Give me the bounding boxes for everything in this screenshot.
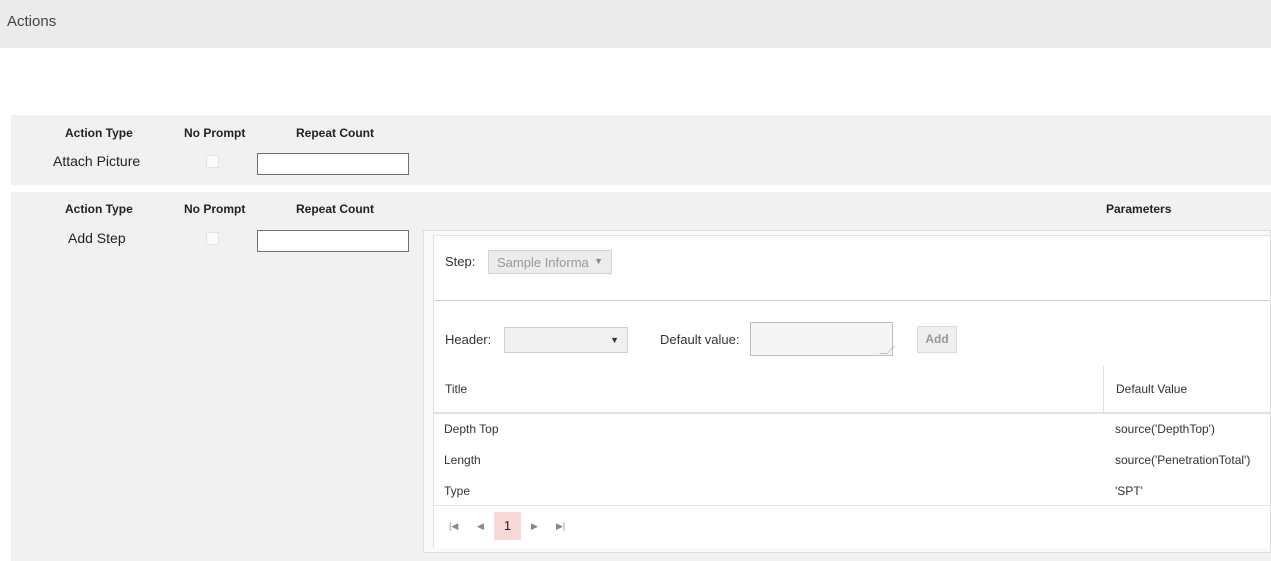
col-header-repeat-count: Repeat Count [296, 126, 374, 140]
col-header-action-type: Action Type [65, 202, 133, 216]
header-dropdown[interactable]: ▼ [504, 327, 628, 353]
row-title: Depth Top [444, 422, 499, 436]
action-row-add-step: Action Type No Prompt Repeat Count Param… [11, 192, 1271, 561]
header-label: Header: [445, 332, 492, 347]
default-value-label: Default value: [660, 332, 740, 347]
row-title: Length [444, 453, 481, 467]
no-prompt-checkbox[interactable] [206, 232, 219, 245]
row-default-value: source('DepthTop') [1115, 422, 1215, 436]
row-default-value: 'SPT' [1115, 484, 1143, 498]
parameters-panel: Step: Sample Informat ▼ Header: ▼ Defaul… [423, 230, 1271, 553]
divider [434, 300, 1270, 301]
chevron-down-icon: ▼ [594, 256, 603, 266]
no-prompt-checkbox[interactable] [206, 155, 219, 168]
step-dropdown-value: Sample Informat [497, 255, 589, 270]
next-page-icon[interactable]: ▶ [531, 521, 538, 532]
prev-page-icon[interactable]: ◀ [477, 521, 484, 532]
col-header-repeat-count: Repeat Count [296, 202, 374, 216]
action-row-attach-picture: Action Type No Prompt Repeat Count Attac… [11, 115, 1271, 185]
grid-col-title[interactable]: Title [445, 382, 467, 396]
first-page-icon[interactable]: |◀ [449, 521, 458, 532]
resize-grip-icon[interactable] [879, 346, 895, 354]
col-header-no-prompt: No Prompt [184, 202, 246, 216]
page-title: Actions [7, 13, 57, 30]
last-page-icon[interactable]: ▶| [556, 521, 565, 532]
current-page[interactable]: 1 [494, 512, 521, 540]
grid-col-default-value[interactable]: Default Value [1116, 382, 1187, 396]
add-button[interactable]: Add [917, 326, 957, 353]
action-type-value: Attach Picture [53, 153, 141, 169]
chevron-down-icon: ▼ [610, 335, 619, 345]
repeat-count-input[interactable] [257, 230, 409, 252]
repeat-count-input[interactable] [257, 153, 409, 175]
action-type-value: Add Step [68, 230, 126, 246]
col-header-parameters: Parameters [1106, 202, 1172, 216]
col-header-action-type: Action Type [65, 126, 133, 140]
column-divider[interactable] [1103, 366, 1104, 412]
pager: |◀ ◀ 1 ▶ ▶| [434, 505, 1270, 548]
step-label: Step: [445, 254, 476, 269]
col-header-no-prompt: No Prompt [184, 126, 246, 140]
parameters-content: Step: Sample Informat ▼ Header: ▼ Defaul… [433, 235, 1270, 548]
row-title: Type [444, 484, 471, 498]
page-header: Actions [0, 0, 1271, 48]
row-default-value: source('PenetrationTotal') [1115, 453, 1251, 467]
step-dropdown[interactable]: Sample Informat ▼ [488, 250, 612, 274]
default-value-textarea[interactable] [750, 322, 895, 356]
